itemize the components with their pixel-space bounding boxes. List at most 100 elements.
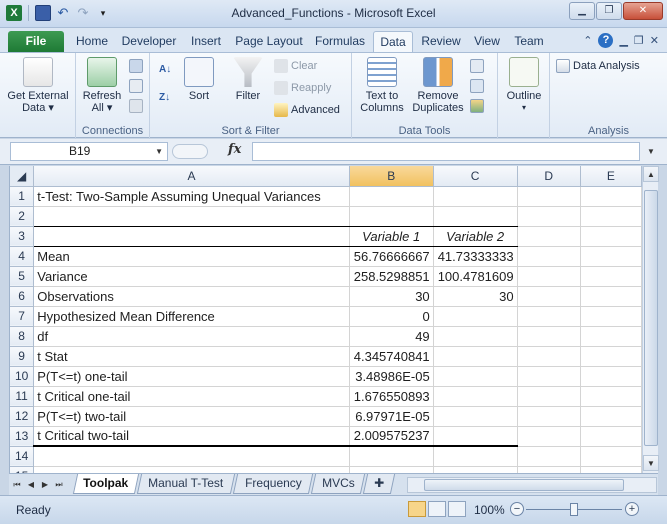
last-sheet-icon[interactable]: ⏭ <box>53 477 65 493</box>
doc-close-icon[interactable]: ✕ <box>650 34 659 47</box>
horizontal-scrollbar[interactable] <box>407 477 657 493</box>
formula-bar-splitter[interactable] <box>172 144 208 159</box>
cell-a14[interactable] <box>33 446 350 467</box>
column-header-e[interactable]: E <box>580 166 642 187</box>
cell-c7[interactable] <box>433 306 518 327</box>
cell-b2[interactable] <box>349 206 434 227</box>
next-sheet-icon[interactable]: ▶ <box>39 477 51 493</box>
cell-e11[interactable] <box>580 386 642 407</box>
cell-b15[interactable] <box>349 466 434 473</box>
formula-input[interactable] <box>252 142 640 161</box>
refresh-all-button[interactable]: Refresh All ▾ <box>80 57 124 114</box>
select-all-corner[interactable]: ◢ <box>10 166 35 187</box>
cell-d5[interactable] <box>517 266 581 287</box>
cell-d2[interactable] <box>517 206 581 227</box>
zoom-level[interactable]: 100% <box>474 503 505 517</box>
cell-b6[interactable]: 30 <box>349 286 434 307</box>
edit-links-icon[interactable] <box>129 99 143 113</box>
tab-data[interactable]: Data <box>373 31 413 52</box>
cell-b11[interactable]: 1.676550893 <box>349 386 434 407</box>
cell-c5[interactable]: 100.4781609 <box>433 266 518 287</box>
row-header[interactable]: 9 <box>10 346 35 367</box>
cell-d1[interactable] <box>517 186 581 207</box>
cell-d7[interactable] <box>517 306 581 327</box>
cell-e5[interactable] <box>580 266 642 287</box>
column-header-b[interactable]: B <box>349 166 434 187</box>
name-box[interactable]: B19 ▼ <box>10 142 168 161</box>
cell-e9[interactable] <box>580 346 642 367</box>
text-to-columns-button[interactable]: Text to Columns <box>356 57 408 114</box>
cell-e14[interactable] <box>580 446 642 467</box>
cell-b7[interactable]: 0 <box>349 306 434 327</box>
cell-e8[interactable] <box>580 326 642 347</box>
properties-icon[interactable] <box>129 79 143 93</box>
cell-c4[interactable]: 41.73333333 <box>433 246 518 267</box>
scroll-up-icon[interactable]: ▲ <box>643 166 659 182</box>
cell-e15[interactable] <box>580 466 642 473</box>
name-box-dropdown-icon[interactable]: ▼ <box>155 143 163 160</box>
cell-a4[interactable]: Mean <box>33 246 350 267</box>
sheet-tab-mvcs[interactable]: MVCs <box>310 474 366 494</box>
filter-button[interactable]: Filter <box>230 57 266 102</box>
tab-team[interactable]: Team <box>509 31 549 52</box>
column-header-c[interactable]: C <box>433 166 518 187</box>
cell-b12[interactable]: 6.97971E-05 <box>349 406 434 427</box>
cell-e13[interactable] <box>580 426 642 447</box>
tab-review[interactable]: Review <box>416 31 466 52</box>
expand-formula-bar-icon[interactable]: ▼ <box>644 142 658 161</box>
cell-b10[interactable]: 3.48986E-05 <box>349 366 434 387</box>
cell-b9[interactable]: 4.345740841 <box>349 346 434 367</box>
sheet-tab-manual-t-test[interactable]: Manual T-Test <box>136 474 236 494</box>
cell-e4[interactable] <box>580 246 642 267</box>
insert-function-icon[interactable]: fx <box>228 142 241 157</box>
cell-d8[interactable] <box>517 326 581 347</box>
minimize-button[interactable]: ▁ <box>569 2 595 20</box>
scroll-down-icon[interactable]: ▼ <box>643 455 659 471</box>
consolidate-icon[interactable] <box>470 79 484 93</box>
cell-e7[interactable] <box>580 306 642 327</box>
cell-b4[interactable]: 56.76666667 <box>349 246 434 267</box>
sheet-tab-toolpak[interactable]: Toolpak <box>72 474 140 494</box>
cell-a15[interactable] <box>33 466 350 473</box>
cell-e10[interactable] <box>580 366 642 387</box>
cell-d4[interactable] <box>517 246 581 267</box>
cell-e2[interactable] <box>580 206 642 227</box>
cell-e6[interactable] <box>580 286 642 307</box>
cell-a13[interactable]: t Critical two-tail <box>33 426 350 447</box>
row-header[interactable]: 3 <box>10 226 35 247</box>
row-header[interactable]: 10 <box>10 366 35 387</box>
cell-c1[interactable] <box>433 186 518 207</box>
cell-b14[interactable] <box>349 446 434 467</box>
data-analysis-button[interactable]: Data Analysis <box>556 57 640 75</box>
cell-a7[interactable]: Hypothesized Mean Difference <box>33 306 350 327</box>
cell-d15[interactable] <box>517 466 581 473</box>
horizontal-scroll-thumb[interactable] <box>424 479 624 491</box>
row-header[interactable]: 8 <box>10 326 35 347</box>
close-button[interactable]: ✕ <box>623 2 663 20</box>
cell-e12[interactable] <box>580 406 642 427</box>
sort-z-a-icon[interactable]: Z↓ <box>159 91 173 105</box>
cell-d13[interactable] <box>517 426 581 447</box>
row-header[interactable]: 4 <box>10 246 35 267</box>
cell-a1[interactable]: t-Test: Two-Sample Assuming Unequal Vari… <box>33 186 350 207</box>
row-header[interactable]: 6 <box>10 286 35 307</box>
remove-duplicates-button[interactable]: Remove Duplicates <box>410 57 466 114</box>
row-header[interactable]: 15 <box>10 466 35 473</box>
cell-d3[interactable] <box>517 226 581 247</box>
row-header[interactable]: 14 <box>10 446 35 467</box>
tab-developer[interactable]: Developer <box>117 31 181 52</box>
cell-c10[interactable] <box>433 366 518 387</box>
page-layout-view-icon[interactable] <box>428 501 446 517</box>
zoom-slider-thumb[interactable] <box>570 503 578 516</box>
cell-b3[interactable]: Variable 1 <box>349 226 434 247</box>
prev-sheet-icon[interactable]: ◀ <box>25 477 37 493</box>
cell-e3[interactable] <box>580 226 642 247</box>
tab-formulas[interactable]: Formulas <box>310 31 370 52</box>
cell-d14[interactable] <box>517 446 581 467</box>
zoom-in-icon[interactable]: + <box>625 502 639 516</box>
cell-a11[interactable]: t Critical one-tail <box>33 386 350 407</box>
column-header-a[interactable]: A <box>33 166 350 187</box>
advanced-filter-button[interactable]: Advanced <box>274 101 340 119</box>
cell-a9[interactable]: t Stat <box>33 346 350 367</box>
cell-d11[interactable] <box>517 386 581 407</box>
